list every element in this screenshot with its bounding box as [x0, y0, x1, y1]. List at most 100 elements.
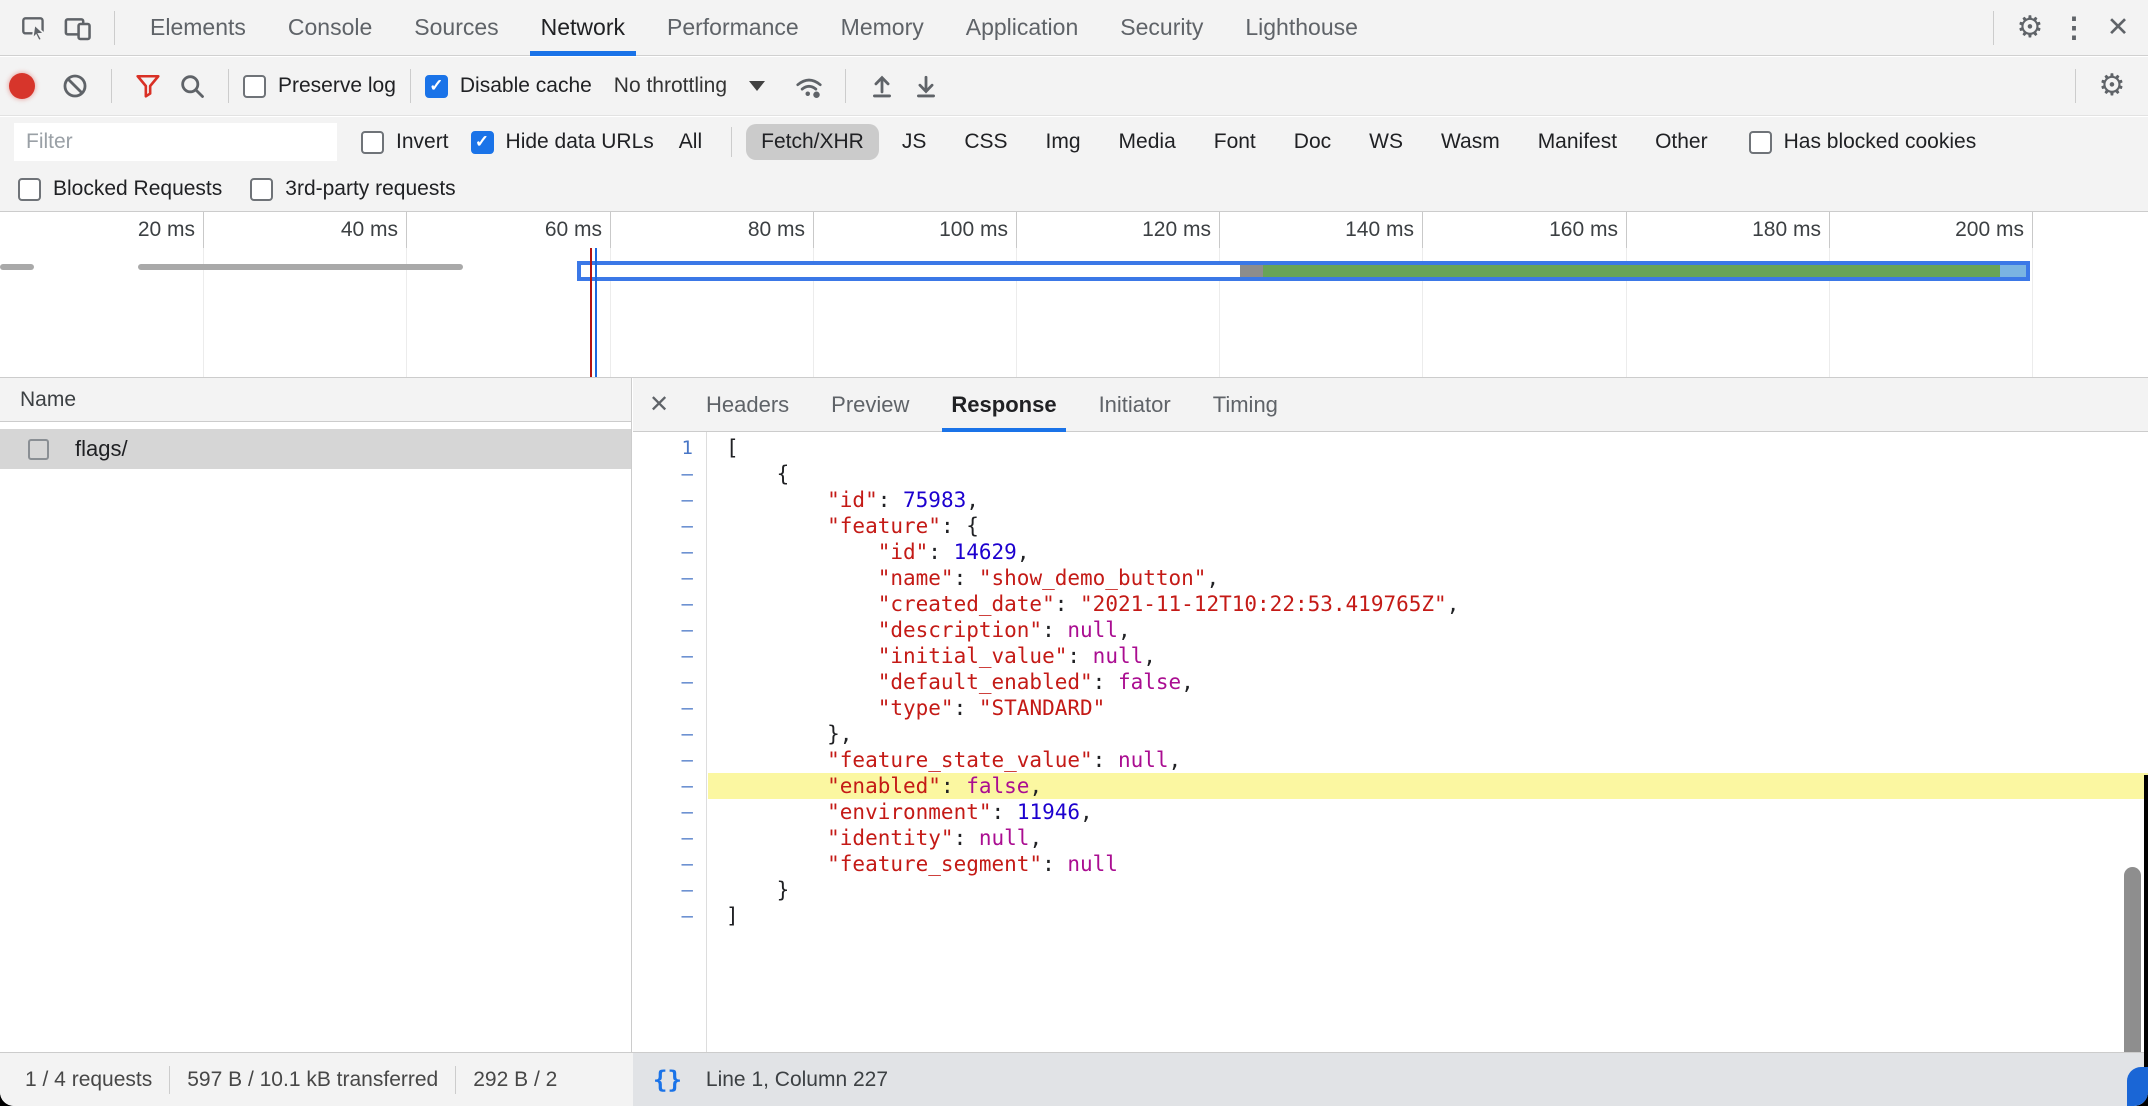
filter-chip-font[interactable]: Font — [1199, 124, 1271, 160]
token-key: "identity" — [726, 826, 954, 850]
device-toolbar-icon[interactable] — [56, 6, 100, 50]
tab-console[interactable]: Console — [267, 0, 393, 56]
blocked-requests-checkbox-box[interactable] — [18, 178, 41, 201]
token-p: ] — [726, 904, 739, 928]
line-number-gutter: 1–––––––––––––––––– — [633, 432, 707, 1052]
devtools-tabbar: ElementsConsoleSourcesNetworkPerformance… — [0, 0, 2148, 56]
disable-cache-checkbox[interactable]: ✓ Disable cache — [425, 74, 592, 98]
detail-tab-response[interactable]: Response — [930, 378, 1077, 432]
timeline-tick — [406, 212, 407, 248]
token-str: "STANDARD" — [979, 696, 1105, 720]
filter-chip-img[interactable]: Img — [1031, 124, 1096, 160]
token-atom: null — [1067, 852, 1118, 876]
filter-input[interactable] — [14, 123, 337, 161]
record-network-log-button[interactable] — [9, 73, 35, 99]
table-row-flags-[interactable]: flags/ — [0, 429, 631, 469]
clear-network-log-icon[interactable] — [53, 64, 97, 108]
throttling-value[interactable]: No throttling — [614, 74, 727, 98]
hide-data-urls-checkbox-box[interactable]: ✓ — [471, 131, 494, 154]
token-p: , — [966, 488, 979, 512]
third-party-requests-checkbox-box[interactable] — [250, 178, 273, 201]
third-party-requests-checkbox[interactable]: 3rd-party requests — [250, 177, 455, 201]
token-str: "show_demo_button" — [979, 566, 1207, 590]
detail-tab-preview[interactable]: Preview — [810, 378, 930, 432]
token-p: , — [1169, 748, 1182, 772]
tab-security[interactable]: Security — [1099, 0, 1224, 56]
timeline-tick — [1016, 212, 1017, 248]
filter-chip-media[interactable]: Media — [1104, 124, 1191, 160]
filter-chip-all[interactable]: All — [664, 124, 717, 160]
throttling-dropdown[interactable]: No throttling — [614, 74, 765, 98]
transferred-size: 597 B / 10.1 kB transferred — [187, 1068, 438, 1092]
code-line: } — [708, 877, 2148, 903]
token-p: , — [1080, 800, 1093, 824]
import-har-icon[interactable] — [860, 64, 904, 108]
token-p: : — [992, 800, 1017, 824]
tab-lighthouse[interactable]: Lighthouse — [1224, 0, 1379, 56]
preserve-log-label: Preserve log — [278, 74, 396, 98]
tab-application[interactable]: Application — [945, 0, 1100, 56]
timeline-tick-label: 40 ms — [248, 212, 398, 248]
detail-tab-timing[interactable]: Timing — [1192, 378, 1299, 432]
network-summary-bar: 1 / 4 requests 597 B / 10.1 kB transferr… — [0, 1053, 633, 1106]
token-p: , — [1029, 774, 1042, 798]
filter-chip-fetch-xhr[interactable]: Fetch/XHR — [746, 124, 879, 160]
line-number: – — [633, 721, 706, 747]
tab-performance[interactable]: Performance — [646, 0, 820, 56]
blocked-requests-checkbox[interactable]: Blocked Requests — [18, 177, 222, 201]
detail-tab-headers[interactable]: Headers — [685, 378, 810, 432]
filter-chip-ws[interactable]: WS — [1354, 124, 1418, 160]
divider — [845, 69, 846, 103]
filter-chip-wasm[interactable]: Wasm — [1426, 124, 1515, 160]
tab-memory[interactable]: Memory — [820, 0, 945, 56]
network-conditions-wifi-icon[interactable] — [787, 64, 831, 108]
invert-checkbox[interactable]: Invert — [361, 130, 449, 154]
filter-chip-other[interactable]: Other — [1640, 124, 1723, 160]
filter-chip-css[interactable]: CSS — [949, 124, 1022, 160]
selected-request-waterfall-bar[interactable] — [577, 261, 2030, 281]
timeline-gridline — [2032, 248, 2033, 377]
filter-chip-manifest[interactable]: Manifest — [1523, 124, 1632, 160]
timeline-tick — [1626, 212, 1627, 248]
token-key: "default_enabled" — [726, 670, 1093, 694]
devtools-window: ElementsConsoleSourcesNetworkPerformance… — [0, 0, 2148, 1106]
tab-elements[interactable]: Elements — [129, 0, 267, 56]
vertical-scrollbar[interactable] — [2124, 867, 2141, 1052]
export-har-icon[interactable] — [904, 64, 948, 108]
tab-network[interactable]: Network — [520, 0, 646, 56]
search-icon[interactable] — [170, 64, 214, 108]
filter-chip-doc[interactable]: Doc — [1279, 124, 1346, 160]
has-blocked-cookies-checkbox[interactable]: Has blocked cookies — [1749, 130, 1977, 154]
load-marker — [595, 248, 597, 377]
filter-funnel-icon[interactable] — [126, 64, 170, 108]
line-number: – — [633, 669, 706, 695]
token-atom: null — [1118, 748, 1169, 772]
close-detail-icon[interactable]: ✕ — [633, 378, 685, 432]
more-options-kebab-icon[interactable]: ⋮ — [2052, 6, 2096, 50]
settings-gear-icon[interactable]: ⚙ — [2008, 6, 2052, 50]
disable-cache-checkbox-box[interactable]: ✓ — [425, 75, 448, 98]
has-blocked-cookies-checkbox-box[interactable] — [1749, 131, 1772, 154]
code-line: "feature_segment": null — [708, 851, 2148, 877]
hide-data-urls-checkbox[interactable]: ✓ Hide data URLs — [471, 130, 654, 154]
line-number: – — [633, 695, 706, 721]
filter-chip-js[interactable]: JS — [887, 124, 942, 160]
preserve-log-checkbox-box[interactable] — [243, 75, 266, 98]
token-num: 75983 — [903, 488, 966, 512]
token-p: : — [1042, 618, 1067, 642]
network-settings-gear-icon[interactable]: ⚙ — [2090, 64, 2134, 108]
close-devtools-icon[interactable]: ✕ — [2096, 6, 2140, 50]
code-line: { — [708, 461, 2148, 487]
detail-tab-initiator[interactable]: Initiator — [1078, 378, 1192, 432]
tab-sources[interactable]: Sources — [393, 0, 519, 56]
divider — [455, 1066, 456, 1094]
code-line: "identity": null, — [708, 825, 2148, 851]
inspect-element-icon[interactable] — [12, 6, 56, 50]
name-column-header[interactable]: Name — [0, 378, 631, 422]
token-p: : { — [941, 514, 979, 538]
divider — [2075, 69, 2076, 103]
invert-checkbox-box[interactable] — [361, 131, 384, 154]
network-overview-timeline[interactable]: 20 ms40 ms60 ms80 ms100 ms120 ms140 ms16… — [0, 212, 2148, 378]
response-code[interactable]: [ { "id": 75983, "feature": { "id": 1462… — [708, 432, 2148, 1052]
preserve-log-checkbox[interactable]: Preserve log — [243, 74, 396, 98]
